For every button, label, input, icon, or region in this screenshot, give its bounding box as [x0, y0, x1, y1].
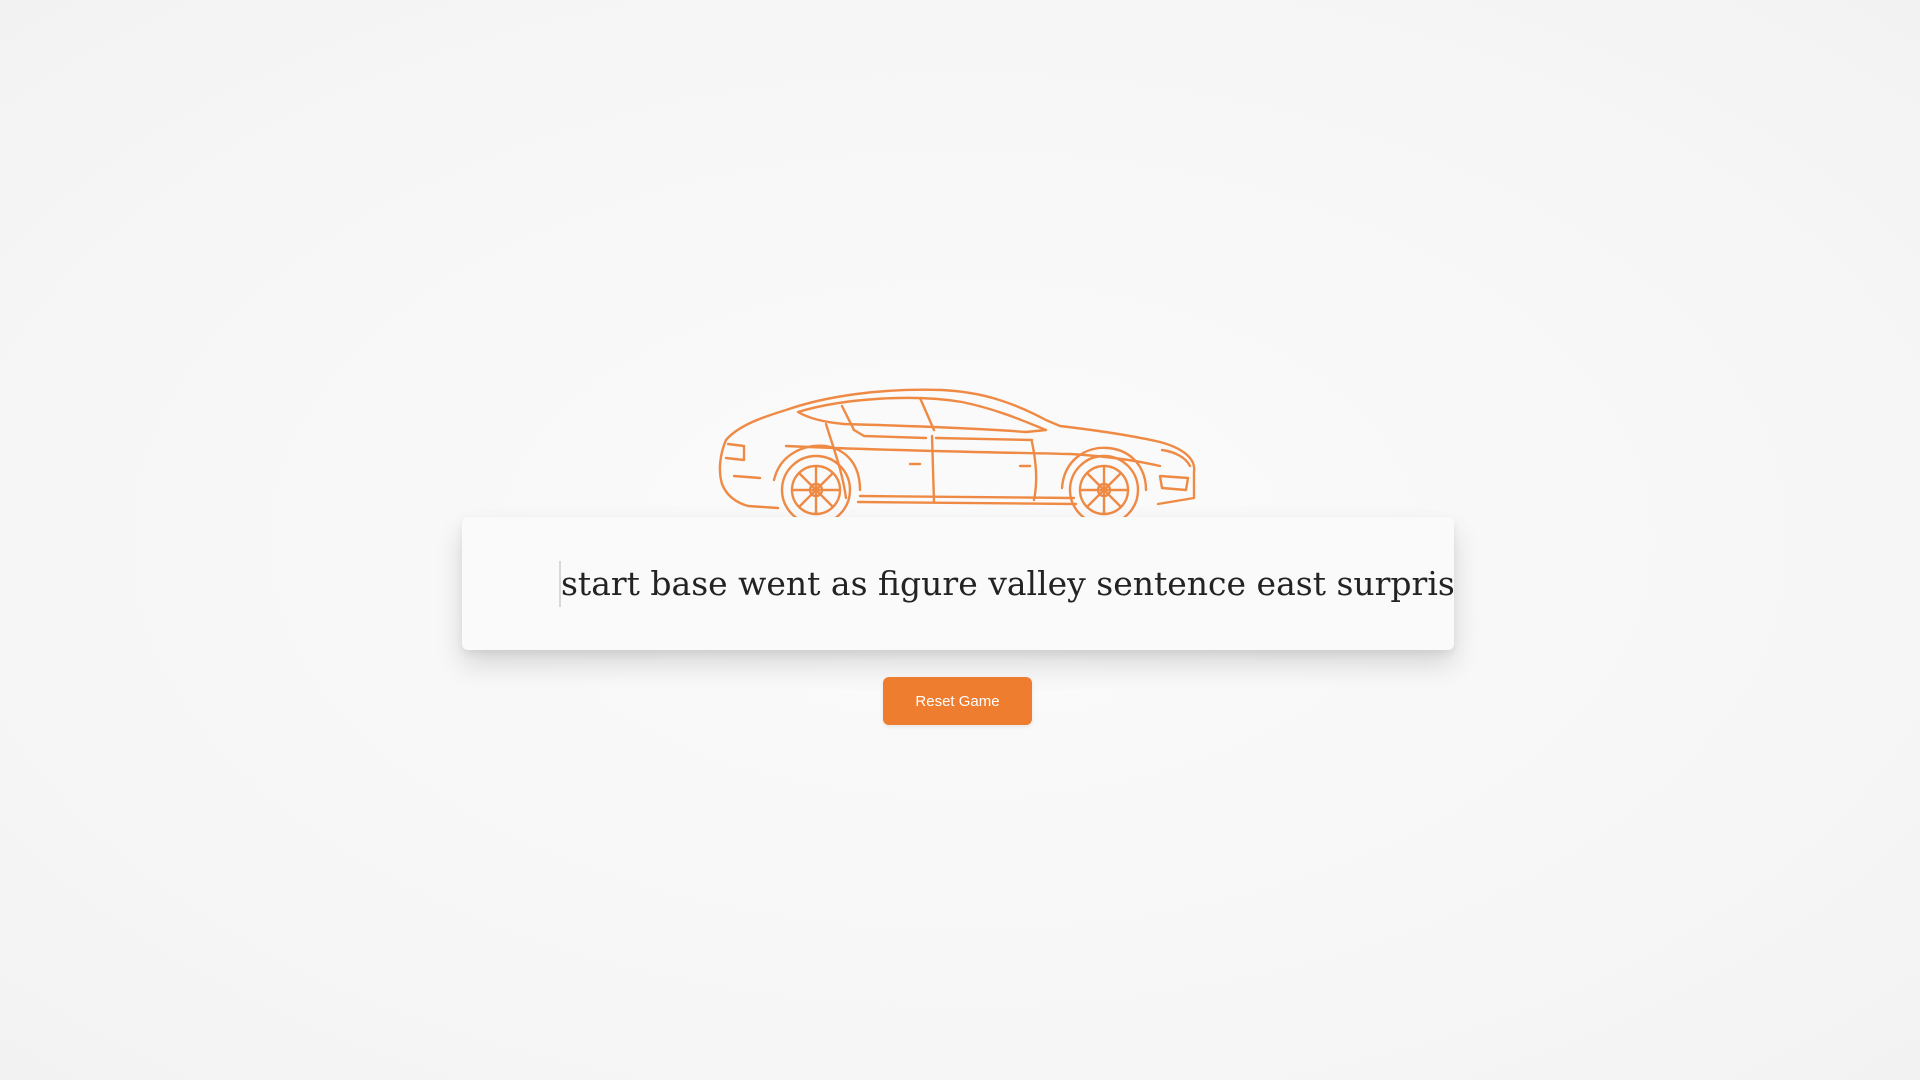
typing-box[interactable]: start base went as figure valley sentenc…	[462, 517, 1454, 650]
reset-game-button[interactable]: Reset Game	[883, 677, 1032, 725]
game-page: start base went as figure valley sentenc…	[0, 0, 1920, 1080]
car-icon	[714, 380, 1200, 530]
word-stream: start base went as figure valley sentenc…	[561, 564, 1454, 603]
typed-text-area	[462, 517, 560, 650]
